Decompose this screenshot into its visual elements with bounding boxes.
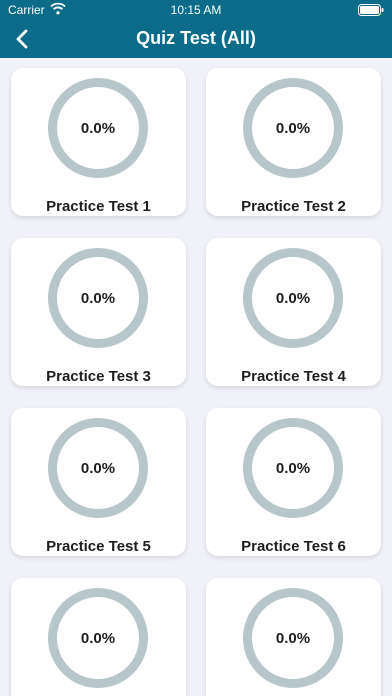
battery-icon bbox=[358, 4, 384, 16]
progress-ring: 0.0% bbox=[48, 78, 148, 178]
progress-ring: 0.0% bbox=[243, 418, 343, 518]
progress-value: 0.0% bbox=[80, 629, 116, 647]
progress-value: 0.0% bbox=[275, 119, 311, 137]
test-grid: 0.0% Practice Test 1 0.0% Practice Test … bbox=[0, 58, 392, 696]
test-card-2[interactable]: 0.0% Practice Test 2 bbox=[206, 68, 381, 216]
test-card-1[interactable]: 0.0% Practice Test 1 bbox=[11, 68, 186, 216]
progress-ring: 0.0% bbox=[48, 588, 148, 688]
nav-bar: Quiz Test (All) bbox=[0, 20, 392, 58]
test-card-5[interactable]: 0.0% Practice Test 5 bbox=[11, 408, 186, 556]
test-card-4[interactable]: 0.0% Practice Test 4 bbox=[206, 238, 381, 386]
test-title: Practice Test 3 bbox=[46, 368, 151, 385]
test-title: Practice Test 5 bbox=[46, 538, 151, 555]
page-title: Quiz Test (All) bbox=[136, 28, 256, 48]
test-title: Practice Test 6 bbox=[241, 538, 346, 555]
test-card-3[interactable]: 0.0% Practice Test 3 bbox=[11, 238, 186, 386]
test-title: Practice Test 4 bbox=[241, 368, 346, 385]
test-title: Practice Test 2 bbox=[241, 198, 346, 215]
status-time: 10:15 AM bbox=[170, 3, 222, 17]
test-card-6[interactable]: 0.0% Practice Test 6 bbox=[206, 408, 381, 556]
progress-value: 0.0% bbox=[275, 289, 311, 307]
progress-value: 0.0% bbox=[80, 459, 116, 477]
progress-ring: 0.0% bbox=[243, 78, 343, 178]
progress-value: 0.0% bbox=[80, 119, 116, 137]
progress-value: 0.0% bbox=[275, 459, 311, 477]
progress-ring: 0.0% bbox=[48, 248, 148, 348]
progress-ring: 0.0% bbox=[48, 418, 148, 518]
progress-value: 0.0% bbox=[275, 629, 311, 647]
test-card-8[interactable]: 0.0% bbox=[206, 578, 381, 696]
test-title: Practice Test 1 bbox=[46, 198, 151, 215]
progress-ring: 0.0% bbox=[243, 588, 343, 688]
progress-value: 0.0% bbox=[80, 289, 116, 307]
test-card-7[interactable]: 0.0% bbox=[11, 578, 186, 696]
progress-ring: 0.0% bbox=[243, 248, 343, 348]
status-bar: Carrier 10:15 AM bbox=[0, 0, 392, 20]
